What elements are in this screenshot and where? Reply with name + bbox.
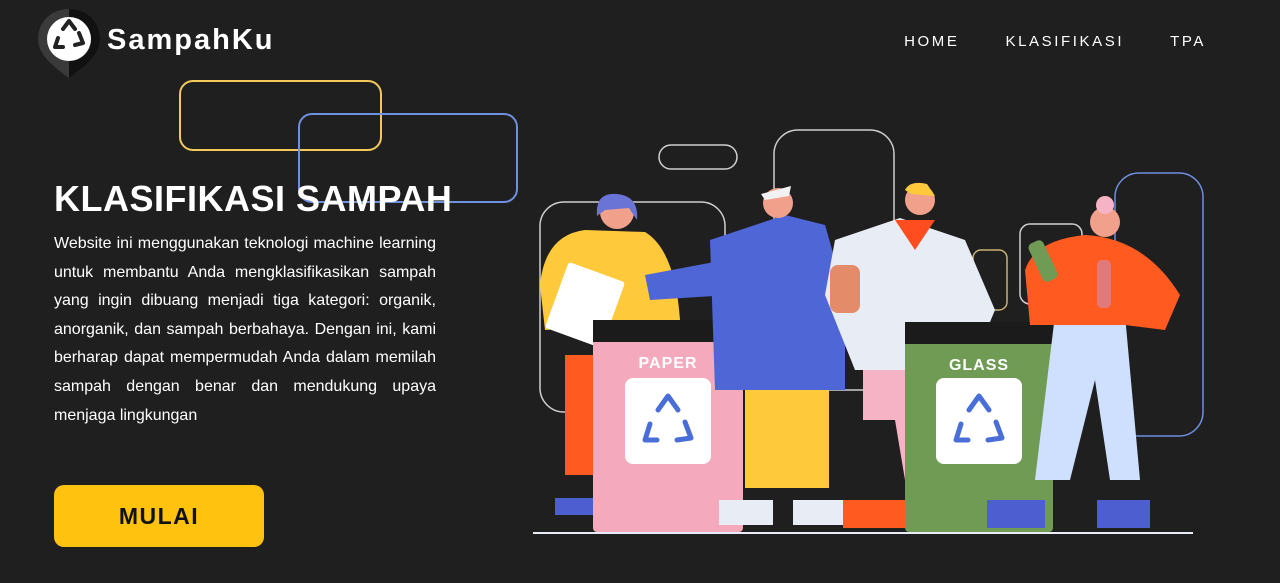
recycle-icon	[38, 9, 100, 78]
brand-logo[interactable]: SampahKu	[36, 7, 274, 79]
recycling-illustration: PAPER GLASS	[533, 129, 1204, 534]
hero-description: Website ini menggunakan teknologi machin…	[54, 235, 436, 424]
nav-home[interactable]: HOME	[904, 33, 959, 50]
brand-name: SampahKu	[107, 23, 275, 56]
hero-title: KLASIFIKASI SAMPAH	[54, 178, 453, 219]
start-button[interactable]: MULAI	[54, 485, 264, 547]
nav-tpa[interactable]: TPA	[1170, 33, 1206, 50]
bin-glass-label: GLASS	[949, 357, 1009, 374]
bin-paper-label: PAPER	[639, 355, 698, 372]
nav-klasifikasi[interactable]: KLASIFIKASI	[1006, 33, 1125, 50]
main-nav: HOME KLASIFIKASI TPA	[904, 33, 1206, 50]
